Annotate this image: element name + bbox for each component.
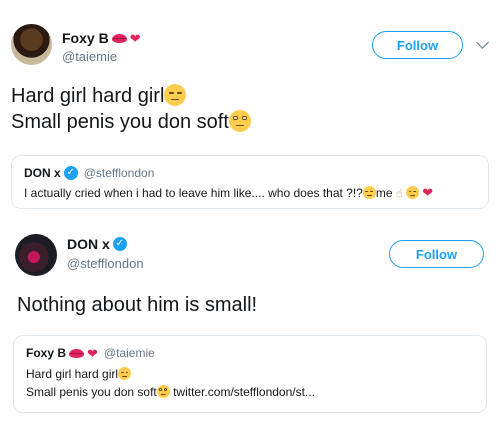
grimace-emoji: [362, 186, 376, 199]
point-up-hand-emoji: ☝: [395, 188, 403, 200]
lips-emoji: [111, 33, 127, 43]
quoted-text-body: I actually cried when i had to leave him…: [24, 186, 363, 200]
chevron-down-icon[interactable]: [476, 36, 489, 49]
quoted-author-handle: @stefflondon: [83, 166, 155, 180]
quoted-author-row: DON x ✓ @stefflondon: [24, 166, 154, 180]
heart-emoji: ❤: [129, 30, 141, 46]
author-name[interactable]: Foxy B: [62, 30, 109, 46]
tweet-card: Foxy B ❤ @taiemie Follow Hard girl hard …: [0, 0, 496, 215]
tweet-text: Nothing about him is small!: [17, 294, 258, 316]
tweet-text: Hard girl hard girl Small penis you don …: [11, 83, 251, 135]
quoted-text-suffix: me: [375, 186, 393, 200]
quoted-tweet[interactable]: DON x ✓ @stefflondon I actually cried wh…: [11, 155, 489, 209]
quoted-text-line: Hard girl hard girl: [26, 366, 132, 383]
avatar[interactable]: [15, 234, 57, 276]
avatar[interactable]: [11, 24, 52, 65]
unamused-face-emoji: [118, 367, 132, 380]
author-row: Foxy B ❤: [62, 30, 141, 46]
quoted-author-name: DON x: [24, 166, 61, 180]
quoted-author-row: Foxy B ❤ @taiemie: [26, 346, 155, 360]
quoted-author-handle: @taiemie: [103, 346, 155, 360]
crying-face-emoji: [405, 186, 419, 199]
author-handle[interactable]: @stefflondon: [67, 256, 144, 271]
author-name[interactable]: DON x: [67, 236, 110, 252]
eye-roll-emoji: [228, 110, 251, 132]
verified-badge-icon: ✓: [112, 237, 127, 251]
heart-emoji: ❤: [87, 345, 98, 361]
quoted-link[interactable]: twitter.com/stefflondon/st...: [173, 385, 315, 399]
eye-roll-emoji: [156, 385, 170, 398]
quoted-text: I actually cried when i had to leave him…: [24, 185, 433, 203]
quoted-text-line: Small penis you don soft twitter.com/ste…: [26, 384, 315, 401]
lips-emoji: [69, 348, 85, 358]
quoted-author-name: Foxy B: [26, 346, 67, 360]
follow-button[interactable]: Follow: [389, 240, 484, 268]
follow-button[interactable]: Follow: [372, 31, 463, 59]
quoted-tweet[interactable]: Foxy B ❤ @taiemie Hard girl hard girl Sm…: [13, 335, 487, 413]
heart-emoji: ❤: [422, 185, 434, 200]
author-handle[interactable]: @taiemie: [62, 49, 117, 64]
quoted-line-text: Small penis you don soft: [26, 385, 157, 399]
tweet-card: DON x ✓ @stefflondon Follow Nothing abou…: [0, 222, 496, 426]
tweet-line: Small penis you don soft: [11, 111, 229, 133]
verified-badge-icon: ✓: [63, 166, 78, 180]
author-row: DON x ✓: [67, 236, 127, 252]
tweet-line: Hard girl hard girl: [11, 85, 165, 107]
quoted-line-text: Hard girl hard girl: [26, 367, 119, 381]
unamused-face-emoji: [164, 84, 187, 106]
